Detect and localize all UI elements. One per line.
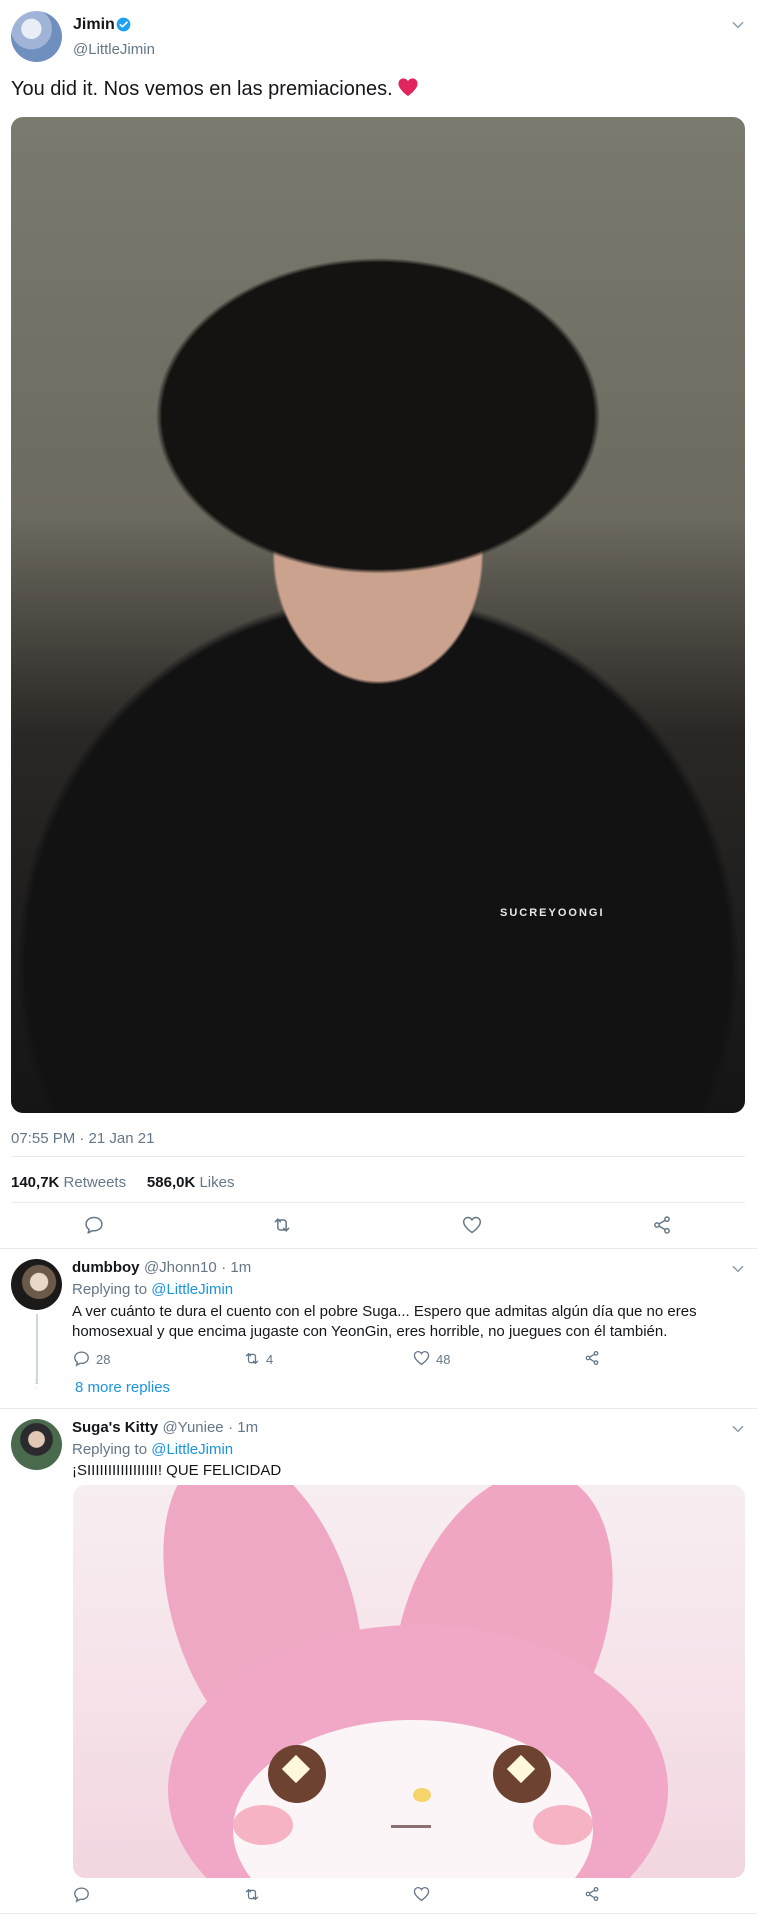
divider — [0, 1913, 757, 1914]
reply-author-name[interactable]: Suga's Kitty — [72, 1419, 158, 1436]
like-icon[interactable] — [413, 1886, 430, 1902]
retweet-icon[interactable] — [243, 1350, 261, 1367]
red-heart-icon — [397, 77, 419, 97]
replying-to-link[interactable]: @LittleJimin — [151, 1281, 233, 1298]
divider — [0, 1408, 757, 1409]
reply-time[interactable]: · 1m — [221, 1259, 251, 1276]
tweet-text-content: You did it. Nos vemos en las premiacione… — [11, 78, 393, 100]
reply-icon[interactable] — [73, 1350, 90, 1367]
author-handle[interactable]: @LittleJimin — [73, 41, 155, 58]
reply-icon[interactable] — [84, 1215, 104, 1235]
verified-badge-icon — [116, 17, 131, 32]
reply-time[interactable]: · 1m — [228, 1419, 258, 1436]
reply-count: 28 — [96, 1352, 111, 1367]
reply-avatar[interactable] — [11, 1419, 62, 1470]
reply-author-handle[interactable]: @Jhonn10 — [144, 1259, 217, 1276]
like-icon[interactable] — [462, 1215, 482, 1235]
reply-photo[interactable] — [73, 1485, 745, 1878]
chevron-down-icon[interactable] — [731, 1262, 745, 1276]
tweet-photo[interactable] — [11, 117, 745, 1113]
tweet-text: You did it. Nos vemos en las premiacione… — [11, 76, 419, 102]
tweet-timestamp[interactable]: 07:55 PM · 21 Jan 21 — [11, 1130, 154, 1147]
like-icon[interactable] — [413, 1350, 430, 1366]
thread-ellipsis-icon: · · · — [34, 1374, 38, 1393]
reply-author-handle[interactable]: @Yuniee — [163, 1419, 224, 1436]
retweets-stat[interactable]: 140,7K Retweets — [11, 1174, 126, 1191]
retweet-count: 4 — [266, 1352, 274, 1367]
divider — [11, 1156, 745, 1157]
illustration-eye — [268, 1745, 326, 1803]
share-icon[interactable] — [652, 1215, 672, 1235]
retweet-icon[interactable] — [271, 1215, 291, 1235]
reply-header: Suga's Kitty @Yuniee · 1m — [72, 1419, 258, 1437]
reply-text: A ver cuánto te dura el cuento con el po… — [72, 1303, 697, 1340]
share-icon[interactable] — [584, 1886, 600, 1902]
reply-author-name[interactable]: dumbboy — [72, 1259, 140, 1276]
replying-to-link[interactable]: @LittleJimin — [151, 1441, 233, 1458]
reply-header: dumbboy @Jhonn10 · 1m — [72, 1259, 251, 1277]
replying-to: Replying to @LittleJimin — [72, 1281, 234, 1298]
photo-watermark: SUCREYOONGI — [500, 907, 605, 919]
illustration-eye — [493, 1745, 551, 1803]
reply-icon[interactable] — [73, 1886, 90, 1903]
retweet-icon[interactable] — [243, 1886, 261, 1903]
illustration-nose — [413, 1788, 431, 1802]
chevron-down-icon[interactable] — [731, 18, 745, 32]
likes-stat[interactable]: 586,0K Likes — [147, 1174, 235, 1191]
replying-to: Replying to @LittleJimin — [72, 1441, 234, 1458]
reply-avatar[interactable] — [11, 1259, 62, 1310]
share-icon[interactable] — [584, 1350, 600, 1366]
author-name[interactable]: Jimin — [73, 16, 115, 34]
illustration-cheek — [233, 1805, 293, 1845]
chevron-down-icon[interactable] — [731, 1422, 745, 1436]
tweet-stats: 140,7K Retweets 586,0K Likes — [11, 1174, 235, 1191]
more-replies-link[interactable]: 8 more replies — [75, 1379, 170, 1396]
illustration-cheek — [533, 1805, 593, 1845]
illustration-mouth — [391, 1825, 431, 1828]
divider — [0, 1248, 757, 1249]
reply-text: ¡SIIIIIIIIIIIIIIIII! QUE FELICIDAD — [72, 1462, 282, 1479]
divider — [11, 1202, 745, 1203]
author-avatar[interactable] — [11, 11, 62, 62]
like-count: 48 — [436, 1352, 451, 1367]
